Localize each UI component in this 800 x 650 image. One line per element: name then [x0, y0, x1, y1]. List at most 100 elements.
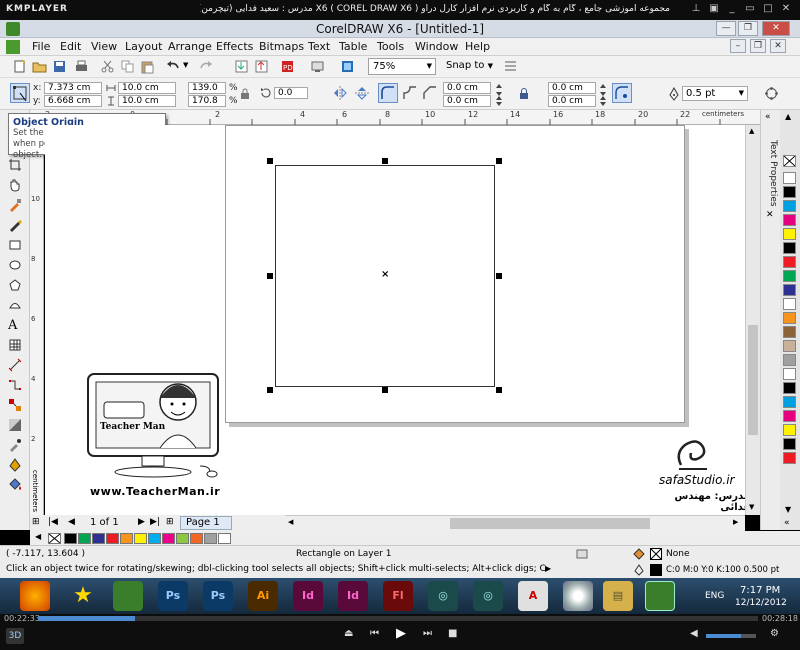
save-icon[interactable] [52, 59, 67, 74]
doc-color-swatch[interactable] [78, 533, 91, 544]
round-corner-button[interactable] [378, 83, 398, 103]
menu-tools[interactable]: Tools [377, 40, 404, 53]
pin-icon[interactable]: ⊥ [690, 3, 702, 15]
import-icon[interactable] [234, 59, 249, 74]
copy-icon[interactable] [120, 59, 135, 74]
lock-ratio-icon[interactable] [240, 88, 250, 100]
color-swatch[interactable] [783, 214, 796, 226]
publish-pdf-icon[interactable]: PDF [280, 59, 295, 74]
indesign-2-taskbar-icon[interactable]: Id [338, 581, 368, 611]
welcome-screen-icon[interactable] [340, 59, 355, 74]
x-position-field[interactable]: 7.373 cm [44, 82, 102, 94]
palette-scroll-down-icon[interactable]: ▼ [785, 505, 791, 514]
selection-handle-bottom-right[interactable] [496, 387, 502, 393]
selection-handle-middle-left[interactable] [267, 273, 273, 279]
menu-help[interactable]: Help [465, 40, 490, 53]
volume-slider[interactable] [706, 634, 756, 638]
lock-corners-icon[interactable] [518, 88, 530, 100]
seek-bar[interactable] [38, 616, 758, 621]
star-taskbar-icon[interactable]: ★ [68, 581, 98, 611]
illustrator-taskbar-icon[interactable]: Ai [248, 581, 278, 611]
relative-corner-scaling-button[interactable] [612, 83, 632, 103]
rotation-angle-field[interactable]: 0.0 [274, 87, 308, 99]
horizontal-scrollbar[interactable]: ◀ ▶ [285, 515, 745, 531]
undo-dropdown-icon[interactable]: ▼ [183, 61, 188, 69]
new-document-icon[interactable] [12, 59, 27, 74]
no-color-swatch[interactable] [48, 533, 61, 544]
doc-close-button[interactable]: ✕ [770, 39, 786, 53]
color-swatch[interactable] [783, 438, 796, 450]
color-swatch[interactable] [783, 340, 796, 352]
menu-effects[interactable]: Effects [216, 40, 253, 53]
color-swatch[interactable] [783, 270, 796, 282]
redo-icon[interactable] [198, 59, 213, 74]
chamfered-corner-icon[interactable] [422, 85, 438, 101]
palette-expand-icon[interactable]: « [784, 518, 790, 528]
coreldraw-taskbar-icon[interactable] [113, 581, 143, 611]
open-icon[interactable] [32, 59, 47, 74]
coreldraw-active-taskbar-icon[interactable] [645, 581, 675, 611]
scroll-down-icon[interactable]: ▼ [749, 503, 754, 511]
color-swatch[interactable] [783, 172, 796, 184]
page-next-icon[interactable]: ▶ [138, 517, 145, 527]
minimize-icon[interactable]: _ [726, 3, 738, 15]
scroll-left-icon[interactable]: ◀ [288, 518, 293, 526]
stop-icon[interactable]: ■ [448, 628, 457, 639]
close-icon[interactable]: ✕ [780, 3, 792, 15]
doc-color-swatch[interactable] [204, 533, 217, 544]
selection-handle-middle-right[interactable] [496, 273, 502, 279]
zoom-level-select[interactable]: 75% ▼ [368, 58, 436, 75]
doc-color-swatch[interactable] [162, 533, 175, 544]
compact-icon[interactable]: ▭ [744, 3, 756, 15]
selection-handle-bottom-left[interactable] [267, 387, 273, 393]
play-icon[interactable]: ▶ [396, 626, 406, 641]
firefox-taskbar-icon[interactable] [20, 581, 50, 611]
doc-color-swatch[interactable] [176, 533, 189, 544]
window-restore-button[interactable]: ❐ [738, 21, 758, 36]
horizontal-scroll-thumb[interactable] [450, 518, 650, 529]
connector-tool-icon[interactable] [8, 378, 22, 392]
skin-icon[interactable]: ▣ [708, 3, 720, 15]
dvd-taskbar-icon[interactable] [563, 581, 593, 611]
selection-handle-top-center[interactable] [382, 158, 388, 164]
page-last-icon[interactable]: ▶| [150, 517, 160, 527]
corner-radius-top-left[interactable]: 0.0 cm [443, 82, 491, 94]
table-tool-icon[interactable] [8, 338, 22, 352]
vertical-ruler[interactable]: 14 10 8 6 4 2 centimeters [30, 125, 44, 515]
scalloped-corner-icon[interactable] [402, 85, 418, 101]
center-marker-icon[interactable]: × [381, 269, 389, 280]
no-color-swatch[interactable] [783, 155, 796, 167]
selection-handle-top-left[interactable] [267, 158, 273, 164]
explorer-taskbar-icon[interactable]: ▤ [603, 581, 633, 611]
print-icon[interactable] [74, 59, 89, 74]
menu-bitmaps[interactable]: Bitmaps [259, 40, 304, 53]
palette-scroll-up-icon[interactable]: ▲ [785, 112, 791, 121]
page-first-arrow-icon[interactable]: |◀ [48, 517, 58, 527]
corner-spinner-2-icon[interactable] [598, 82, 608, 106]
next-icon[interactable]: ⏭ [423, 628, 432, 639]
text-tool-icon[interactable]: A [8, 318, 22, 333]
smart-fill-icon[interactable] [8, 198, 22, 212]
selection-handle-bottom-center[interactable] [382, 387, 388, 393]
color-swatch[interactable] [783, 452, 796, 464]
dimension-tool-icon[interactable] [8, 358, 22, 372]
polygon-tool-icon[interactable] [8, 278, 22, 292]
volume-icon[interactable]: ◀ [690, 628, 698, 639]
outline-tool-icon[interactable] [8, 458, 22, 472]
y-position-field[interactable]: 6.668 cm [44, 95, 102, 107]
menu-layout[interactable]: Layout [125, 40, 162, 53]
hint-expand-icon[interactable]: ▶ [545, 564, 551, 573]
document-menu-icon[interactable] [6, 40, 20, 54]
docker-close-icon[interactable]: ✕ [766, 210, 774, 220]
photoshop-taskbar-icon[interactable]: Ps [158, 581, 188, 611]
corner-radius-top-right[interactable]: 0.0 cm [548, 82, 596, 94]
window-close-button[interactable]: ✕ [762, 21, 790, 36]
color-swatch[interactable] [783, 368, 796, 380]
acrobat-taskbar-icon[interactable]: A [518, 581, 548, 611]
width-field[interactable]: 10.0 cm [118, 82, 176, 94]
color-swatch[interactable] [783, 410, 796, 422]
color-swatch[interactable] [783, 326, 796, 338]
color-swatch[interactable] [783, 284, 796, 296]
color-swatch[interactable] [783, 228, 796, 240]
doc-color-swatch[interactable] [148, 533, 161, 544]
